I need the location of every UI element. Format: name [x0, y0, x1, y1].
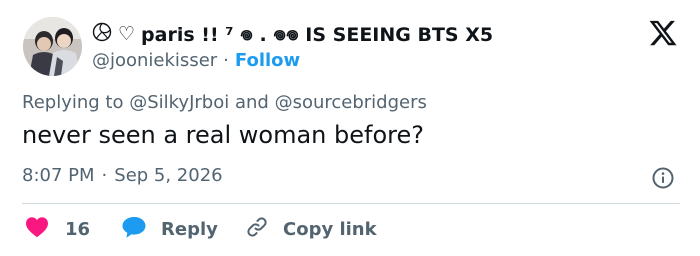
follow-button[interactable]: Follow	[235, 50, 300, 71]
replying-to-line: Replying to @SilkyJrboi and @sourcebridg…	[22, 92, 427, 113]
like-button[interactable]: 16	[25, 216, 90, 242]
speech-bubble-icon	[121, 215, 147, 244]
author-name-row: ♡ paris !! ⁷ 𖦹 . 𖦹𖦹 IS SEEING BTS X5	[92, 21, 493, 47]
tweet-text: never seen a real woman before?	[22, 121, 424, 149]
link-icon	[245, 215, 269, 244]
reply-button[interactable]: Reply	[121, 216, 218, 242]
mention-link-2[interactable]: @sourcebridgers	[275, 92, 427, 113]
separator-dot: ·	[101, 165, 108, 186]
replying-to-prefix: Replying to	[22, 92, 124, 113]
copy-link-label: Copy link	[283, 218, 377, 240]
mention-link-1[interactable]: @SilkyJrboi	[129, 92, 229, 113]
x-logo-icon[interactable]	[647, 18, 679, 48]
author-display-name[interactable]: ♡ paris !! ⁷ 𖦹 . 𖦹𖦹 IS SEEING BTS X5	[92, 21, 493, 47]
reply-label: Reply	[161, 218, 218, 240]
tweet-timestamp[interactable]: 8:07 PM · Sep 5, 2026	[22, 165, 223, 186]
info-icon[interactable]	[651, 166, 675, 190]
separator-dot: ·	[223, 49, 229, 71]
author-handle-row: @jooniekisser · Follow	[92, 48, 300, 72]
profile-photo-icon	[23, 17, 82, 76]
divider	[22, 203, 680, 204]
author-display-name-text: paris !! ⁷ 𖦹 . 𖦹𖦹 IS SEEING BTS X5	[141, 24, 494, 46]
volleyball-icon	[92, 22, 112, 47]
author-handle[interactable]: @jooniekisser	[92, 50, 217, 71]
tweet-time: 8:07 PM	[22, 165, 95, 186]
replying-to-and: and	[234, 92, 269, 113]
heart-outline-symbol: ♡	[118, 23, 136, 45]
like-count: 16	[65, 218, 91, 240]
tweet-date: Sep 5, 2026	[114, 165, 223, 186]
copy-link-button[interactable]: Copy link	[245, 216, 377, 242]
heart-icon	[25, 216, 49, 243]
avatar[interactable]	[23, 17, 82, 76]
